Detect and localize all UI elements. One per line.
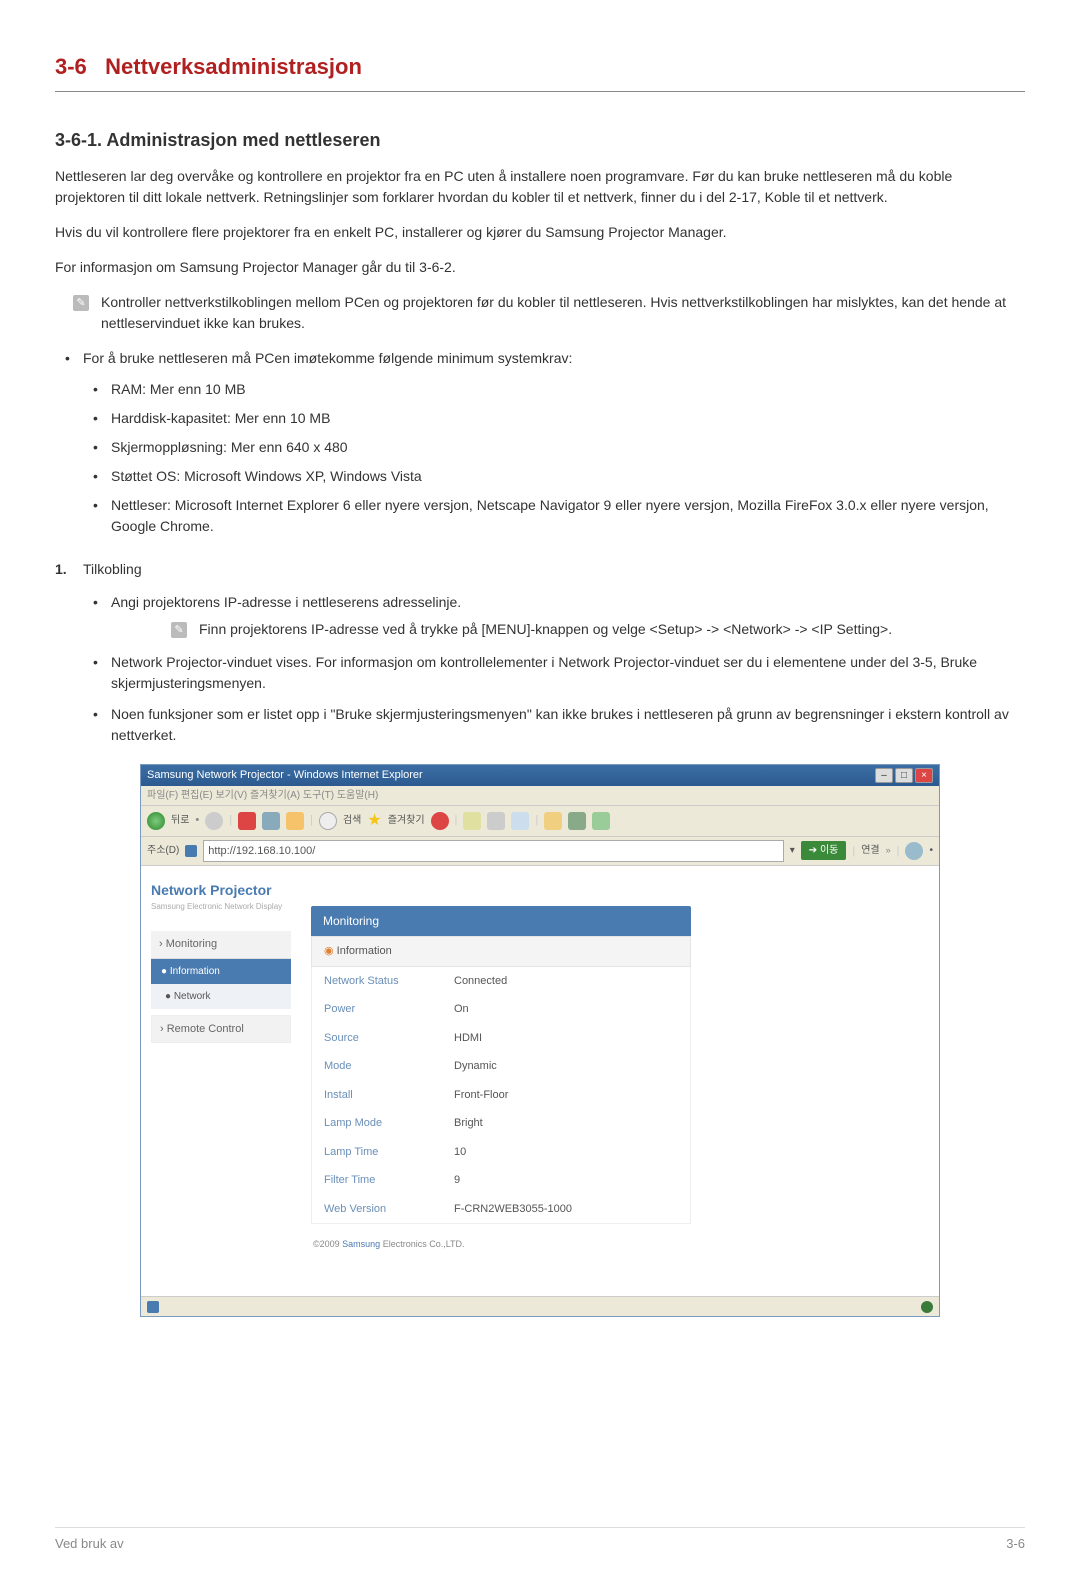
note-icon: ✎ bbox=[171, 622, 187, 638]
table-row: Lamp ModeBright bbox=[312, 1109, 690, 1138]
window-buttons: – □ × bbox=[875, 768, 933, 783]
sidebar-network[interactable]: ● Network bbox=[151, 984, 291, 1009]
app-subtitle: Samsung Electronic Network Display bbox=[151, 901, 291, 913]
app-title: Network Projector bbox=[151, 880, 291, 901]
sidebar-information[interactable]: ● Information bbox=[151, 959, 291, 984]
back-label: 뒤로 bbox=[171, 813, 189, 828]
ie-window: Samsung Network Projector - Windows Inte… bbox=[140, 764, 940, 1317]
table-row: Network StatusConnected bbox=[312, 967, 690, 996]
table-row: Filter Time9 bbox=[312, 1166, 690, 1195]
main-panel: Monitoring Information Network StatusCon… bbox=[301, 866, 939, 1296]
table-row: ModeDynamic bbox=[312, 1052, 690, 1081]
table-row: Web VersionF-CRN2WEB3055-1000 bbox=[312, 1195, 690, 1224]
panel-heading: Information bbox=[311, 936, 691, 967]
list-item: RAM: Mer enn 10 MB bbox=[83, 379, 1025, 400]
copyright: ©2009 Samsung Electronics Co.,LTD. bbox=[311, 1224, 919, 1252]
footer-left: Ved bruk av bbox=[55, 1534, 124, 1554]
note-1: ✎ Kontroller nettverkstilkoblingen mello… bbox=[73, 292, 1025, 334]
minimize-button[interactable]: – bbox=[875, 768, 893, 783]
address-bar-row: 주소(D) http://192.168.10.100/ ▾ ➔ 이동 | 연결… bbox=[141, 837, 939, 867]
home-icon[interactable] bbox=[286, 812, 304, 830]
table-row: PowerOn bbox=[312, 995, 690, 1024]
links-label[interactable]: 연결 bbox=[861, 843, 879, 858]
step-1: 1. Tilkobling Angi projektorens IP-adres… bbox=[55, 559, 1025, 746]
messenger-icon[interactable] bbox=[592, 812, 610, 830]
print-icon[interactable] bbox=[487, 812, 505, 830]
section-title: Nettverksadministrasjon bbox=[105, 54, 362, 79]
list-item: Nettleser: Microsoft Internet Explorer 6… bbox=[83, 495, 1025, 537]
favorites-label: 즐겨찾기 bbox=[388, 813, 425, 828]
address-input[interactable]: http://192.168.10.100/ bbox=[203, 840, 783, 863]
tool-icon[interactable] bbox=[568, 812, 586, 830]
req-list: RAM: Mer enn 10 MB Harddisk-kapasitet: M… bbox=[83, 379, 1025, 537]
titlebar: Samsung Network Projector - Windows Inte… bbox=[141, 765, 939, 786]
history-icon[interactable] bbox=[431, 812, 449, 830]
tab-monitoring: Monitoring bbox=[311, 906, 691, 936]
steps: 1. Tilkobling Angi projektorens IP-adres… bbox=[55, 559, 1025, 746]
step-1-b: Network Projector-vinduet vises. For inf… bbox=[83, 652, 1025, 694]
mail-icon[interactable] bbox=[463, 812, 481, 830]
para-3: For informasjon om Samsung Projector Man… bbox=[55, 257, 1025, 278]
edit-icon[interactable] bbox=[511, 812, 529, 830]
window-title: Samsung Network Projector - Windows Inte… bbox=[147, 767, 423, 784]
footer-right: 3-6 bbox=[1006, 1534, 1025, 1554]
sidebar: Network Projector Samsung Electronic Net… bbox=[141, 866, 301, 1296]
block-icon[interactable] bbox=[544, 812, 562, 830]
page-footer: Ved bruk av 3-6 bbox=[55, 1527, 1025, 1554]
ie-status-icon bbox=[147, 1301, 159, 1313]
table-row: SourceHDMI bbox=[312, 1024, 690, 1053]
list-item: Støttet OS: Microsoft Windows XP, Window… bbox=[83, 466, 1025, 487]
list-item: Harddisk-kapasitet: Mer enn 10 MB bbox=[83, 408, 1025, 429]
note-1-text: Kontroller nettverkstilkoblingen mellom … bbox=[101, 292, 1025, 334]
sidebar-remote-control[interactable]: › Remote Control bbox=[151, 1015, 291, 1044]
info-table: Network StatusConnected PowerOn SourceHD… bbox=[311, 967, 691, 1225]
req-intro: For å bruke nettleseren må PCen imøtekom… bbox=[55, 348, 1025, 537]
page-content: Network Projector Samsung Electronic Net… bbox=[141, 866, 939, 1296]
search-icon[interactable] bbox=[319, 812, 337, 830]
address-label: 주소(D) bbox=[147, 843, 179, 858]
requirements-block: For å bruke nettleseren må PCen imøtekom… bbox=[55, 348, 1025, 537]
table-row: Lamp Time10 bbox=[312, 1138, 690, 1167]
internet-zone-icon bbox=[921, 1301, 933, 1313]
go-button[interactable]: ➔ 이동 bbox=[801, 841, 847, 860]
table-row: InstallFront-Floor bbox=[312, 1081, 690, 1110]
favorites-icon[interactable]: ★ bbox=[367, 809, 381, 833]
section-num: 3-6 bbox=[55, 54, 87, 79]
step-1-note: ✎ Finn projektorens IP-adresse ved å try… bbox=[171, 619, 1025, 640]
samsung-link[interactable]: Samsung bbox=[342, 1239, 383, 1249]
ie-page-icon bbox=[185, 845, 197, 857]
para-1: Nettleseren lar deg overvåke og kontroll… bbox=[55, 166, 1025, 208]
search-label: 검색 bbox=[343, 813, 361, 828]
addon-icon[interactable] bbox=[905, 842, 923, 860]
status-bar bbox=[141, 1296, 939, 1316]
step-1-a: Angi projektorens IP-adresse i nettleser… bbox=[83, 592, 1025, 640]
list-item: Skjermoppløsning: Mer enn 640 x 480 bbox=[83, 437, 1025, 458]
para-2: Hvis du vil kontrollere flere projektore… bbox=[55, 222, 1025, 243]
maximize-button[interactable]: □ bbox=[895, 768, 913, 783]
step-1-label: Tilkobling bbox=[83, 561, 142, 577]
section-heading: 3-6 Nettverksadministrasjon bbox=[55, 50, 1025, 83]
subheading-1: 3-6-1. Administrasjon med nettleseren bbox=[55, 127, 1025, 154]
sidebar-monitoring[interactable]: › Monitoring bbox=[151, 931, 291, 959]
menubar[interactable]: 파일(F) 편집(E) 보기(V) 즐겨찾기(A) 도구(T) 도움말(H) bbox=[141, 786, 939, 805]
stop-icon[interactable] bbox=[238, 812, 256, 830]
close-button[interactable]: × bbox=[915, 768, 933, 783]
back-icon[interactable] bbox=[147, 812, 165, 830]
divider bbox=[55, 91, 1025, 92]
note-icon: ✎ bbox=[73, 295, 89, 311]
forward-icon[interactable] bbox=[205, 812, 223, 830]
step-1-c: Noen funksjoner som er listet opp i "Bru… bbox=[83, 704, 1025, 746]
refresh-icon[interactable] bbox=[262, 812, 280, 830]
toolbar: 뒤로 • | | 검색 ★ 즐겨찾기 | | bbox=[141, 805, 939, 837]
